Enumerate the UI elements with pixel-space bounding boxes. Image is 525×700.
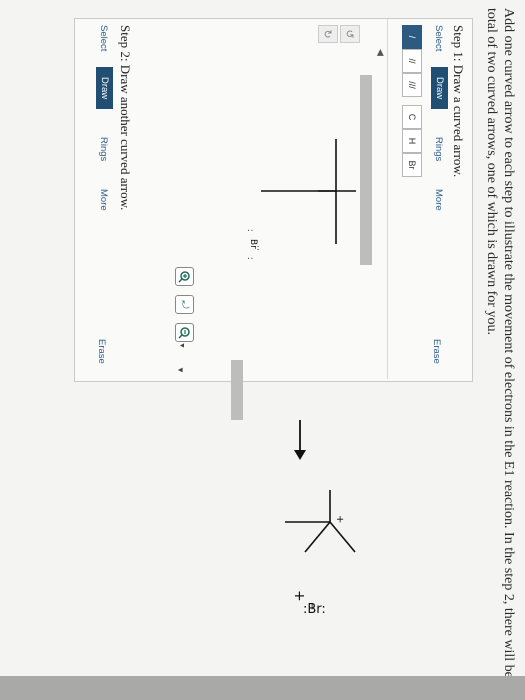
- zoom-in-icon[interactable]: [175, 267, 194, 286]
- zoom-out-icon[interactable]: [175, 323, 194, 342]
- zoom-dropdown-icon[interactable]: ▼: [178, 342, 186, 349]
- screen-edge-bar: [0, 676, 525, 700]
- lone-pair-dots-right: :: [246, 257, 256, 260]
- step1-select-tab[interactable]: Select: [433, 25, 444, 51]
- step1-canvas[interactable]: Br ·· : :: [200, 79, 356, 377]
- redo-icon[interactable]: ↻: [318, 25, 338, 43]
- step2-draw-tab[interactable]: Draw: [96, 67, 113, 110]
- step1-title: Step 1: Draw a curved arrow.: [451, 25, 466, 178]
- bromine-button[interactable]: Br: [402, 153, 422, 177]
- step1-more-tab[interactable]: More: [433, 189, 444, 211]
- carbocation-charge: +: [334, 515, 345, 524]
- undo-icon[interactable]: ↺: [340, 25, 360, 43]
- lone-pair-dots-left: :: [246, 229, 256, 232]
- molecule-drawing: [261, 139, 356, 244]
- bromide-charge: −: [306, 602, 317, 611]
- left-toolbar-divider: [387, 19, 388, 379]
- carbon-button[interactable]: C: [402, 105, 422, 129]
- step2-more-tab[interactable]: More: [98, 189, 109, 211]
- reaction-arrow: [294, 420, 306, 460]
- plus-sign: +: [291, 590, 307, 602]
- zoom-in-glyph: [178, 270, 191, 283]
- double-bond-button[interactable]: //: [402, 49, 422, 73]
- step1-panel: Step 1: Draw a curved arrow. Select Draw…: [173, 18, 473, 382]
- carbocation-structure: [285, 490, 356, 553]
- step1-rings-tab[interactable]: Rings: [433, 137, 444, 161]
- step2-select-tab[interactable]: Select: [98, 25, 109, 51]
- lone-pair-dots-top: ··: [253, 245, 263, 251]
- step2-erase-tab[interactable]: Erase: [96, 339, 107, 364]
- step2-panel: Step 2: Draw another curved arrow. Selec…: [74, 18, 175, 382]
- zoom-reset-icon[interactable]: ⤾: [175, 295, 194, 314]
- hydrogen-button[interactable]: H: [402, 129, 422, 153]
- step2-scroll-right-icon[interactable]: ▼: [176, 366, 185, 374]
- screen-content: Add one curved arrow to each step to ill…: [0, 0, 525, 700]
- single-bond-button[interactable]: /: [402, 25, 422, 49]
- step2-title: Step 2: Draw another curved arrow.: [118, 25, 133, 211]
- triple-bond-button[interactable]: ///: [402, 73, 422, 97]
- zoom-out-glyph: [178, 326, 191, 339]
- scroll-left-icon[interactable]: ◀: [375, 49, 386, 56]
- step1-erase-tab[interactable]: Erase: [431, 339, 442, 364]
- step1-draw-tab[interactable]: Draw: [431, 67, 448, 110]
- step2-rings-tab[interactable]: Rings: [98, 137, 109, 161]
- instruction-text: Add one curved arrow to each step to ill…: [484, 8, 516, 688]
- vertical-scrollbar[interactable]: [360, 75, 372, 265]
